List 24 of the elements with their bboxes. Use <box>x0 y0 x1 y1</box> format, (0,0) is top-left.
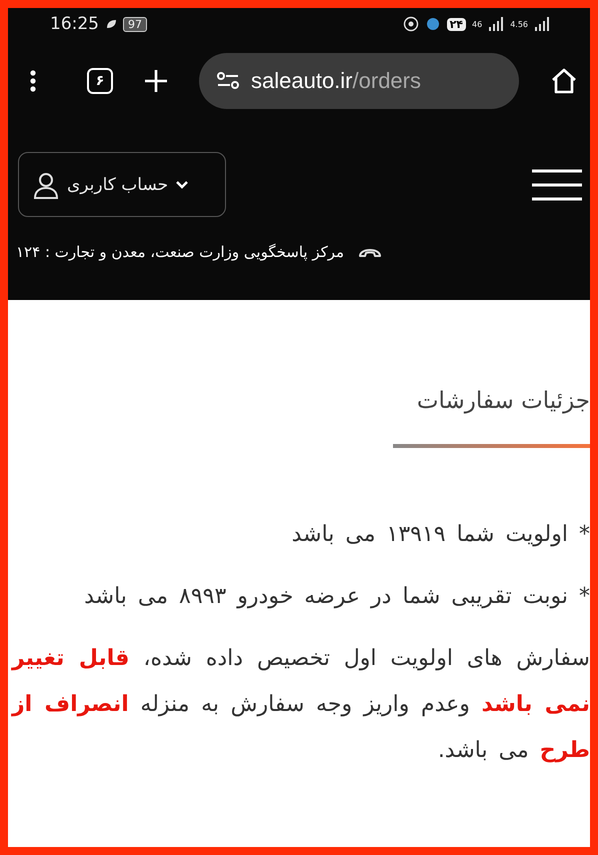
page-title: جزئیات سفارشات <box>416 388 590 414</box>
user-icon <box>33 170 59 198</box>
status-time: 16:25 <box>50 14 99 34</box>
app-badge: ۲۴ <box>446 18 466 30</box>
hamburger-menu-icon[interactable] <box>532 168 582 200</box>
battery-level: 97 <box>123 16 147 32</box>
account-button[interactable]: حساب کاربری <box>18 152 226 217</box>
support-phone-text: مرکز پاسخگویی وزارت صنعت، معدن و تجارت : ۱۲۴ <box>16 243 344 261</box>
leaf-icon <box>105 18 117 30</box>
network-label: 4.56 <box>510 20 528 28</box>
signal-icon <box>488 17 504 31</box>
signal-icon <box>534 17 550 31</box>
url-text: saleauto.ir/orders <box>251 68 421 94</box>
site-settings-icon[interactable] <box>217 72 239 90</box>
home-icon[interactable] <box>550 68 578 94</box>
new-tab-icon[interactable] <box>144 69 168 93</box>
address-bar[interactable]: saleauto.ir/orders <box>199 53 519 109</box>
network-label: 46 <box>472 20 482 28</box>
menu-icon[interactable] <box>30 69 36 93</box>
chevron-down-icon <box>176 180 188 188</box>
tab-count-button[interactable]: ۶ <box>87 68 113 94</box>
order-info-paragraph: سفارش های اولویت اول تخصیص داده شده، قابل تغییر نمی باشد وعدم واریز وجه سفارش به منزله انصراف از طرح می باشد. <box>10 645 590 765</box>
order-info-paragraph: * نوبت تقریبی شما در عرضه خودرو ۸۹۹۳ می باشد <box>83 583 590 611</box>
order-info-paragraph: * اولویت شما ۱۳۹۱۹ می باشد <box>290 521 590 549</box>
